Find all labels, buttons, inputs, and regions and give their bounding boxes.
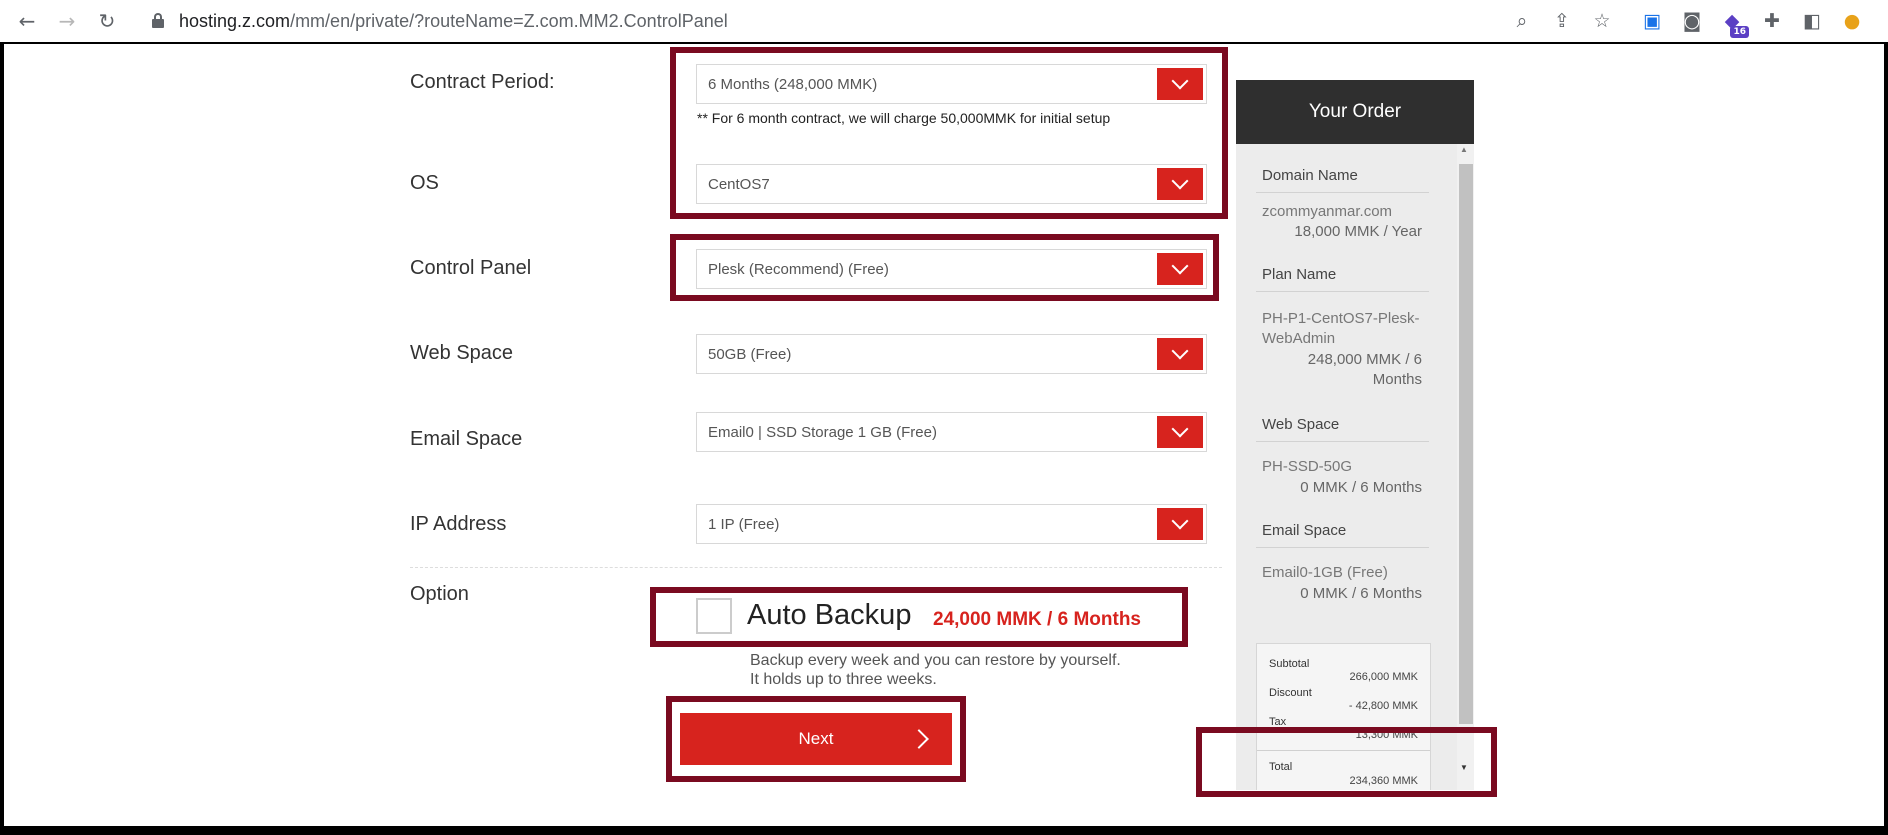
order-email-price: 0 MMK / 6 Months bbox=[1300, 585, 1422, 602]
order-domain-price: 18,000 MMK / Year bbox=[1294, 223, 1422, 240]
subtotal-label: Subtotal bbox=[1269, 658, 1310, 670]
scroll-up-arrow-icon[interactable]: ▲ bbox=[1460, 145, 1468, 154]
order-divider bbox=[1256, 441, 1429, 442]
os-label: OS bbox=[410, 172, 439, 194]
share-icon[interactable]: ⇪ bbox=[1549, 8, 1575, 34]
subtotal-value: 266,000 MMK bbox=[1349, 671, 1418, 683]
ip-address-label: IP Address bbox=[410, 513, 507, 535]
highlight-box-contract-os bbox=[670, 47, 1228, 219]
order-plan-title: Plan Name bbox=[1262, 266, 1337, 283]
order-divider bbox=[1256, 192, 1429, 193]
section-divider bbox=[410, 567, 1222, 568]
web-space-value: 50GB (Free) bbox=[708, 346, 792, 363]
web-space-label: Web Space bbox=[410, 342, 514, 364]
email-space-label: Email Space bbox=[410, 428, 523, 450]
highlight-box-control-panel bbox=[670, 234, 1219, 301]
url-text: hosting.z.com/mm/en/private/?routeName=Z… bbox=[179, 10, 728, 31]
puzzle-extensions-icon[interactable]: ✚ bbox=[1759, 8, 1785, 34]
bookmark-star-icon[interactable]: ☆ bbox=[1589, 8, 1615, 34]
discount-label: Discount bbox=[1269, 687, 1312, 699]
order-email-name: Email0-1GB (Free) bbox=[1262, 564, 1388, 581]
highlight-box-total bbox=[1196, 727, 1497, 797]
side-panel-icon[interactable]: ◧ bbox=[1799, 8, 1825, 34]
order-summary-panel: Your Order Domain Name zcommyanmar.com 1… bbox=[1236, 80, 1474, 790]
address-bar[interactable]: hosting.z.com/mm/en/private/?routeName=Z… bbox=[135, 6, 1555, 36]
discount-value: - 42,800 MMK bbox=[1348, 700, 1418, 712]
auto-backup-description: Backup every week and you can restore by… bbox=[750, 651, 1170, 689]
auto-backup-desc-line1: Backup every week and you can restore by… bbox=[750, 652, 1121, 669]
page-content: Contract Period: 6 Months (248,000 MMK) … bbox=[4, 44, 1884, 826]
order-plan-price-line2: Months bbox=[1372, 371, 1422, 388]
control-panel-label: Control Panel bbox=[410, 257, 532, 279]
back-arrow-icon[interactable]: ← bbox=[12, 6, 42, 36]
web-space-select[interactable]: 50GB (Free) bbox=[696, 334, 1207, 374]
order-plan-price-line1: 248,000 MMK / 6 bbox=[1307, 351, 1422, 368]
camera-icon[interactable]: ◙ bbox=[1679, 8, 1705, 34]
highlight-box-next bbox=[666, 696, 966, 782]
graduation-cap-extension-icon[interactable]: ◆ 16 bbox=[1719, 8, 1749, 38]
order-divider bbox=[1256, 547, 1429, 548]
contract-period-label: Contract Period: bbox=[410, 71, 555, 93]
chevron-down-icon[interactable] bbox=[1157, 338, 1203, 370]
auto-backup-desc-line2: It holds up to three weeks. bbox=[750, 671, 937, 688]
order-email-title: Email Space bbox=[1262, 522, 1347, 539]
order-plan-name: PH-P1-CentOS7-Plesk-WebAdmin bbox=[1262, 310, 1420, 347]
ip-address-value: 1 IP (Free) bbox=[708, 516, 780, 533]
browser-toolbar: ← → ↻ hosting.z.com/mm/en/private/?route… bbox=[0, 0, 1888, 42]
lock-icon bbox=[151, 13, 165, 29]
forward-arrow-icon[interactable]: → bbox=[52, 6, 82, 36]
option-label: Option bbox=[410, 583, 469, 605]
chart-extension-icon[interactable]: ▣ bbox=[1639, 8, 1665, 34]
order-title: Your Order bbox=[1236, 80, 1474, 144]
order-web-name: PH-SSD-50G bbox=[1262, 458, 1353, 475]
chevron-down-icon[interactable] bbox=[1157, 508, 1203, 540]
email-space-select[interactable]: Email0 | SSD Storage 1 GB (Free) bbox=[696, 412, 1207, 452]
order-web-price: 0 MMK / 6 Months bbox=[1300, 479, 1422, 496]
order-domain-name: zcommyanmar.com bbox=[1262, 203, 1393, 220]
extension-badge: 16 bbox=[1730, 26, 1749, 38]
order-divider bbox=[1256, 291, 1429, 292]
order-domain-title: Domain Name bbox=[1262, 167, 1358, 184]
reload-icon[interactable]: ↻ bbox=[92, 6, 122, 36]
chevron-down-icon[interactable] bbox=[1157, 416, 1203, 448]
highlight-box-auto-backup bbox=[650, 587, 1188, 647]
order-scrollbar-thumb[interactable] bbox=[1459, 164, 1473, 724]
email-space-value: Email0 | SSD Storage 1 GB (Free) bbox=[708, 424, 937, 441]
profile-avatar-icon[interactable]: ● bbox=[1839, 8, 1865, 34]
zoom-icon[interactable]: ⌕ bbox=[1509, 8, 1535, 34]
order-web-title: Web Space bbox=[1262, 416, 1340, 433]
ip-address-select[interactable]: 1 IP (Free) bbox=[696, 504, 1207, 544]
